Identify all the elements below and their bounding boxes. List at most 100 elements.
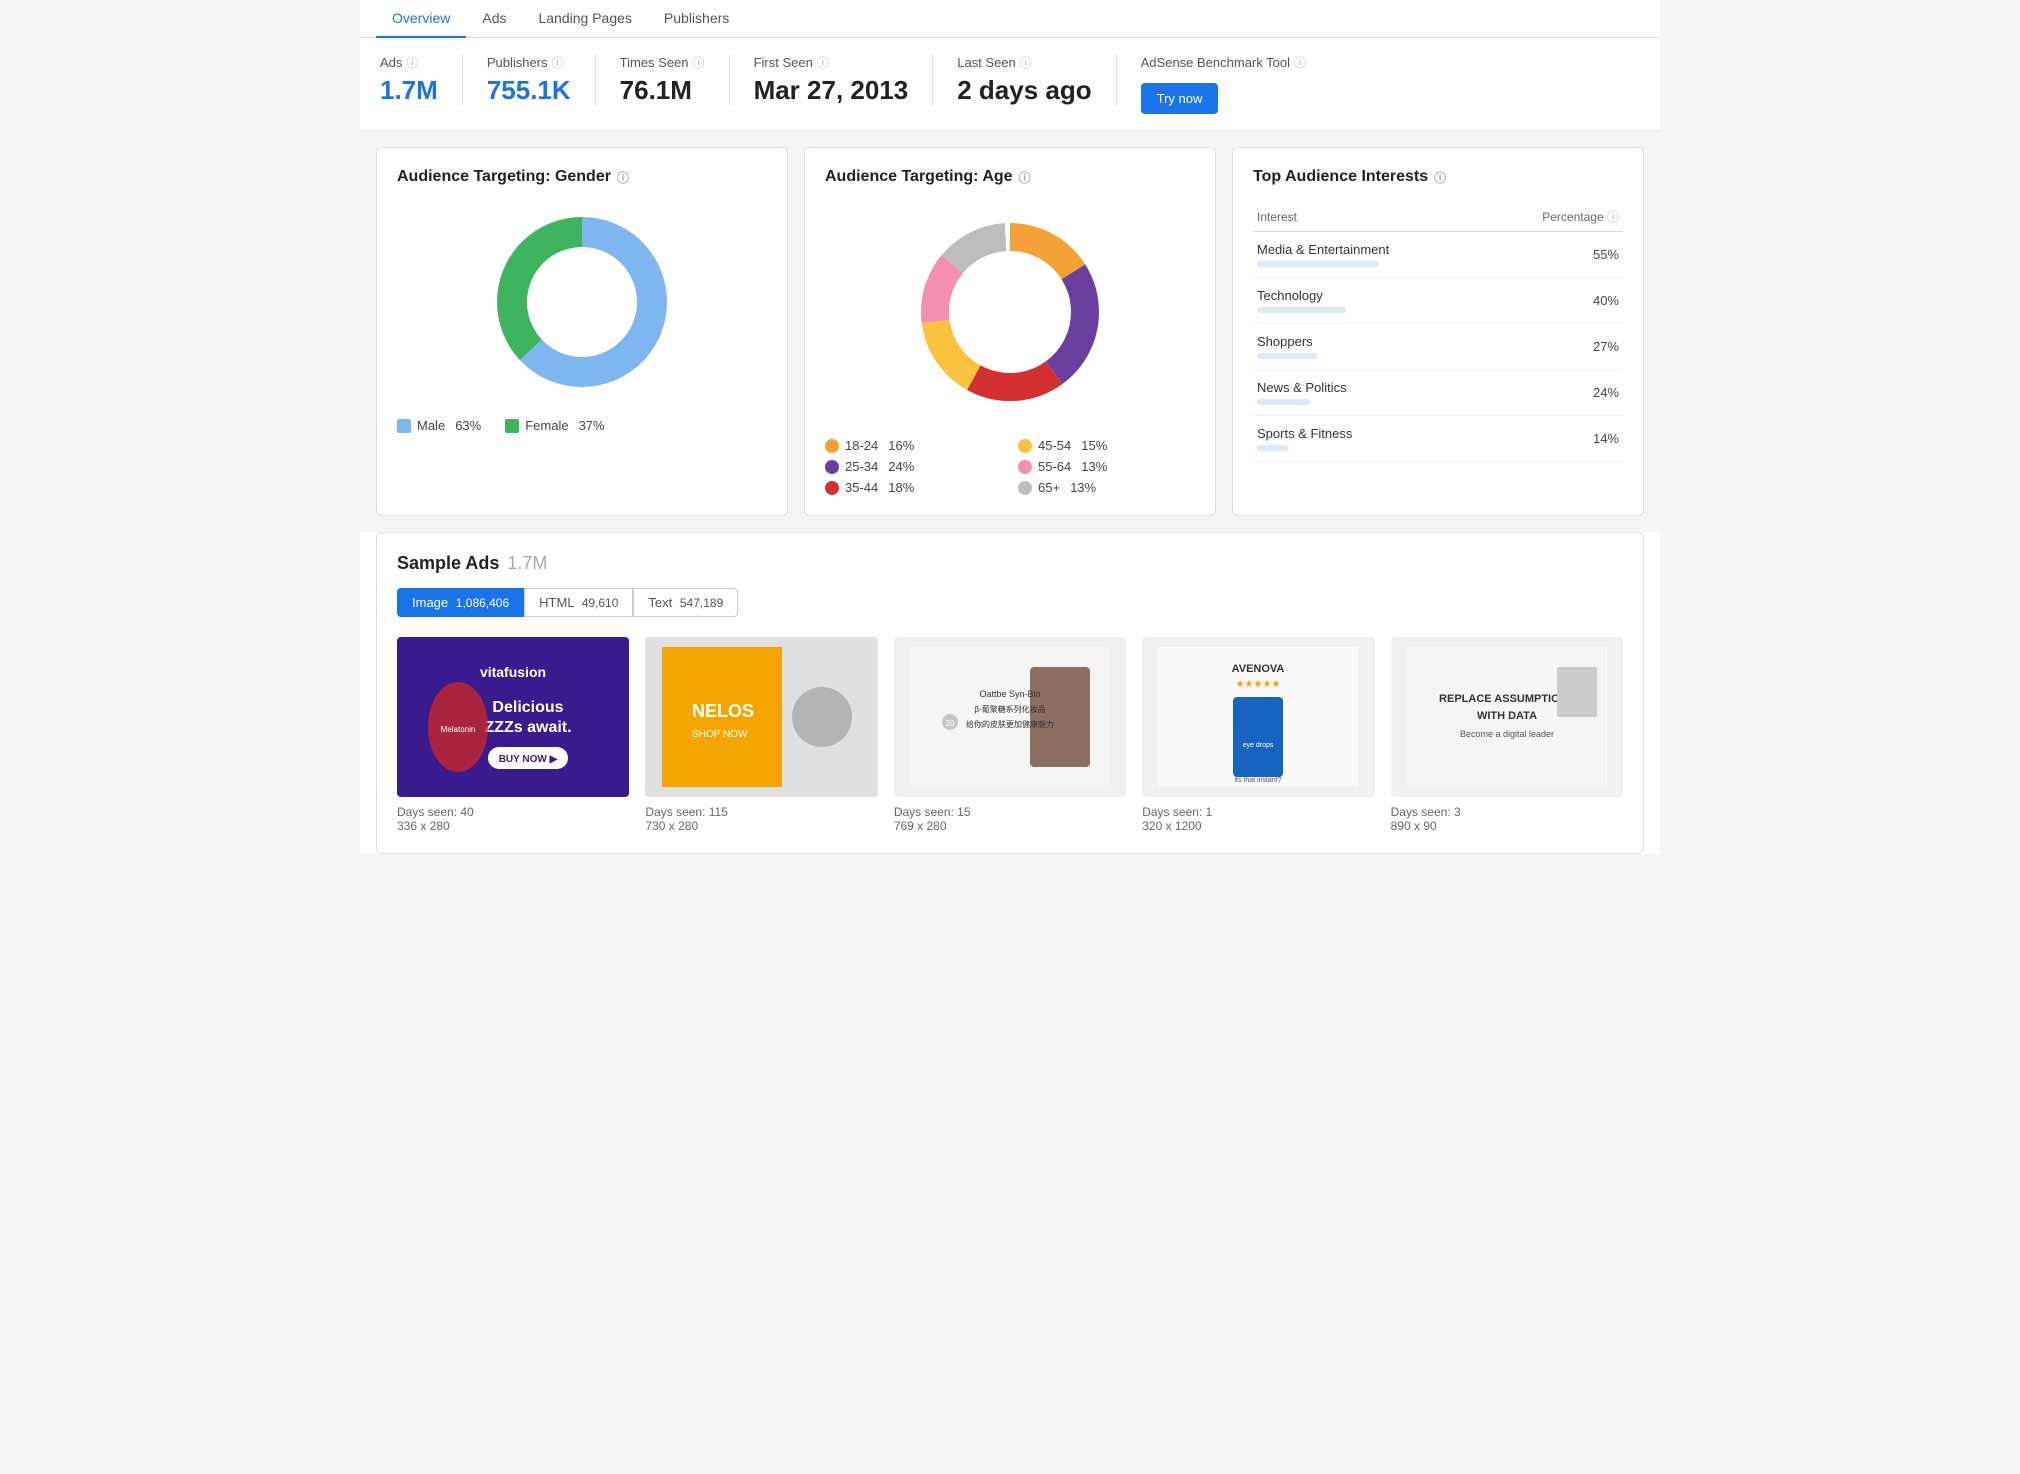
ad-thumb-2: NELOS SHOP NOW	[645, 637, 877, 797]
stat-first-seen-value: Mar 27, 2013	[754, 75, 909, 106]
svg-text:BUY NOW ▶: BUY NOW ▶	[499, 754, 559, 765]
gender-card-title: Audience Targeting: Gender	[397, 168, 611, 186]
gender-legend-male: Male 63%	[397, 418, 481, 433]
filter-tabs: Image 1,086,406 HTML 49,610 Text 547,189	[397, 588, 1623, 617]
svg-text:β-葡聚糖系列化妆品: β-葡聚糖系列化妆品	[974, 704, 1045, 714]
last-seen-info-icon[interactable]: ⓘ	[1020, 54, 1032, 71]
stat-ads-value: 1.7M	[380, 75, 438, 106]
gender-legend-female: Female 37%	[505, 418, 604, 433]
interest-pct-0: 55%	[1484, 232, 1623, 278]
ad-item-3: Oattbe Syn-Bio β-葡聚糖系列化妆品 给你的皮肤更加健康魅力 20…	[894, 637, 1126, 833]
times-seen-info-icon[interactable]: ⓘ	[693, 54, 705, 71]
filter-tab-text[interactable]: Text 547,189	[633, 588, 738, 617]
female-label: Female	[525, 418, 568, 433]
ad-item-5: REPLACE ASSUMPTIONS WITH DATA Become a d…	[1391, 637, 1623, 833]
try-now-button[interactable]: Try now	[1141, 83, 1219, 114]
filter-text-label: Text	[648, 595, 672, 610]
ad-meta-1: Days seen: 40 336 x 280	[397, 805, 629, 833]
adsense-info-icon[interactable]: ⓘ	[1294, 54, 1306, 71]
age-18-24-label: 18-24	[845, 438, 878, 453]
stat-adsense: AdSense Benchmark Tool ⓘ Try now	[1141, 54, 1330, 114]
filter-tab-html[interactable]: HTML 49,610	[524, 588, 633, 617]
age-25-34-pct: 24%	[888, 459, 914, 474]
ads-grid: vitafusion Delicious ZZZs await. BUY NOW…	[397, 637, 1623, 833]
filter-text-count: 547,189	[680, 596, 723, 610]
interests-col-percentage: Percentage ⓘ	[1484, 202, 1623, 232]
tab-overview[interactable]: Overview	[376, 0, 466, 38]
gender-info-icon[interactable]: ⓘ	[617, 169, 629, 186]
age-info-icon[interactable]: ⓘ	[1019, 169, 1031, 186]
ad-days-5: Days seen: 3	[1391, 805, 1623, 819]
age-25-34-label: 25-34	[845, 459, 878, 474]
tab-landing-pages[interactable]: Landing Pages	[522, 0, 647, 38]
tab-ads[interactable]: Ads	[466, 0, 522, 38]
stat-times-seen-value: 76.1M	[620, 75, 705, 106]
svg-text:AVENOVA: AVENOVA	[1232, 663, 1285, 675]
sample-ads-section: Sample Ads 1.7M Image 1,086,406 HTML 49,…	[376, 532, 1644, 854]
interests-info-icon[interactable]: ⓘ	[1434, 169, 1446, 186]
age-35-44-dot	[825, 481, 839, 495]
percentage-info-icon[interactable]: ⓘ	[1607, 210, 1619, 224]
ad-4-svg: AVENOVA ★★★★★ eye drops its that instant…	[1158, 647, 1358, 787]
ad-days-3: Days seen: 15	[894, 805, 1126, 819]
filter-tab-image[interactable]: Image 1,086,406	[397, 588, 524, 617]
ad-2-svg: NELOS SHOP NOW	[662, 647, 862, 787]
ad-item-4: AVENOVA ★★★★★ eye drops its that instant…	[1142, 637, 1374, 833]
ad-vitafusion-svg: vitafusion Delicious ZZZs await. BUY NOW…	[413, 647, 613, 787]
svg-text:给你的皮肤更加健康魅力: 给你的皮肤更加健康魅力	[966, 719, 1054, 729]
svg-text:SHOP NOW: SHOP NOW	[692, 729, 748, 740]
sample-ads-header: Sample Ads 1.7M	[397, 553, 1623, 574]
stat-publishers: Publishers ⓘ 755.1K	[487, 54, 596, 106]
ad-dims-2: 730 x 280	[645, 819, 877, 833]
age-18-24-dot	[825, 439, 839, 453]
gender-card: Audience Targeting: Gender ⓘ Male 63%	[376, 147, 788, 516]
stat-last-seen: Last Seen ⓘ 2 days ago	[957, 54, 1116, 106]
age-25-34-dot	[825, 460, 839, 474]
age-55-64-dot	[1018, 460, 1032, 474]
interests-col-interest: Interest	[1253, 202, 1484, 232]
female-pct: 37%	[579, 418, 605, 433]
female-color-dot	[505, 419, 519, 433]
interest-name-0: Media & Entertainment	[1253, 232, 1484, 278]
age-legend-55-64: 55-64 13%	[1018, 459, 1195, 474]
ad-3-svg: Oattbe Syn-Bio β-葡聚糖系列化妆品 给你的皮肤更加健康魅力 20	[910, 647, 1110, 787]
age-45-54-pct: 15%	[1081, 438, 1107, 453]
ad-meta-3: Days seen: 15 769 x 280	[894, 805, 1126, 833]
gender-legend: Male 63% Female 37%	[397, 418, 767, 433]
ad-days-4: Days seen: 1	[1142, 805, 1374, 819]
age-65plus-label: 65+	[1038, 480, 1060, 495]
interests-card: Top Audience Interests ⓘ Interest Percen…	[1232, 147, 1644, 516]
tab-publishers[interactable]: Publishers	[648, 0, 745, 38]
publishers-info-icon[interactable]: ⓘ	[552, 54, 564, 71]
cards-row: Audience Targeting: Gender ⓘ Male 63%	[360, 131, 1660, 532]
filter-html-label: HTML	[539, 595, 574, 610]
filter-html-count: 49,610	[582, 596, 619, 610]
age-18-24-pct: 16%	[888, 438, 914, 453]
svg-text:REPLACE ASSUMPTIONS: REPLACE ASSUMPTIONS	[1439, 693, 1575, 705]
ads-info-icon[interactable]: ⓘ	[406, 54, 418, 71]
adsense-label: AdSense Benchmark Tool	[1141, 55, 1290, 70]
ad-dims-3: 769 x 280	[894, 819, 1126, 833]
male-pct: 63%	[455, 418, 481, 433]
svg-text:WITH DATA: WITH DATA	[1477, 710, 1537, 722]
stat-ads: Ads ⓘ 1.7M	[380, 54, 463, 106]
ad-meta-5: Days seen: 3 890 x 90	[1391, 805, 1623, 833]
svg-text:Delicious: Delicious	[493, 699, 564, 716]
sample-ads-count: 1.7M	[507, 553, 547, 574]
stats-bar: Ads ⓘ 1.7M Publishers ⓘ 755.1K Times See…	[360, 38, 1660, 131]
svg-text:NELOS: NELOS	[692, 701, 754, 721]
interests-card-title: Top Audience Interests	[1253, 168, 1428, 186]
ad-meta-4: Days seen: 1 320 x 1200	[1142, 805, 1374, 833]
interest-pct-4: 14%	[1484, 416, 1623, 462]
svg-text:ZZZs await.: ZZZs await.	[485, 719, 572, 736]
male-color-dot	[397, 419, 411, 433]
first-seen-info-icon[interactable]: ⓘ	[817, 54, 829, 71]
age-donut-chart	[900, 202, 1120, 422]
gender-donut-chart	[482, 202, 682, 402]
ad-item-2: NELOS SHOP NOW Days seen: 115 730 x 280	[645, 637, 877, 833]
svg-text:vitafusion: vitafusion	[480, 664, 546, 680]
ad-dims-5: 890 x 90	[1391, 819, 1623, 833]
svg-text:eye drops: eye drops	[1243, 742, 1274, 749]
age-legend-18-24: 18-24 16%	[825, 438, 1002, 453]
interest-name-4: Sports & Fitness	[1253, 416, 1484, 462]
